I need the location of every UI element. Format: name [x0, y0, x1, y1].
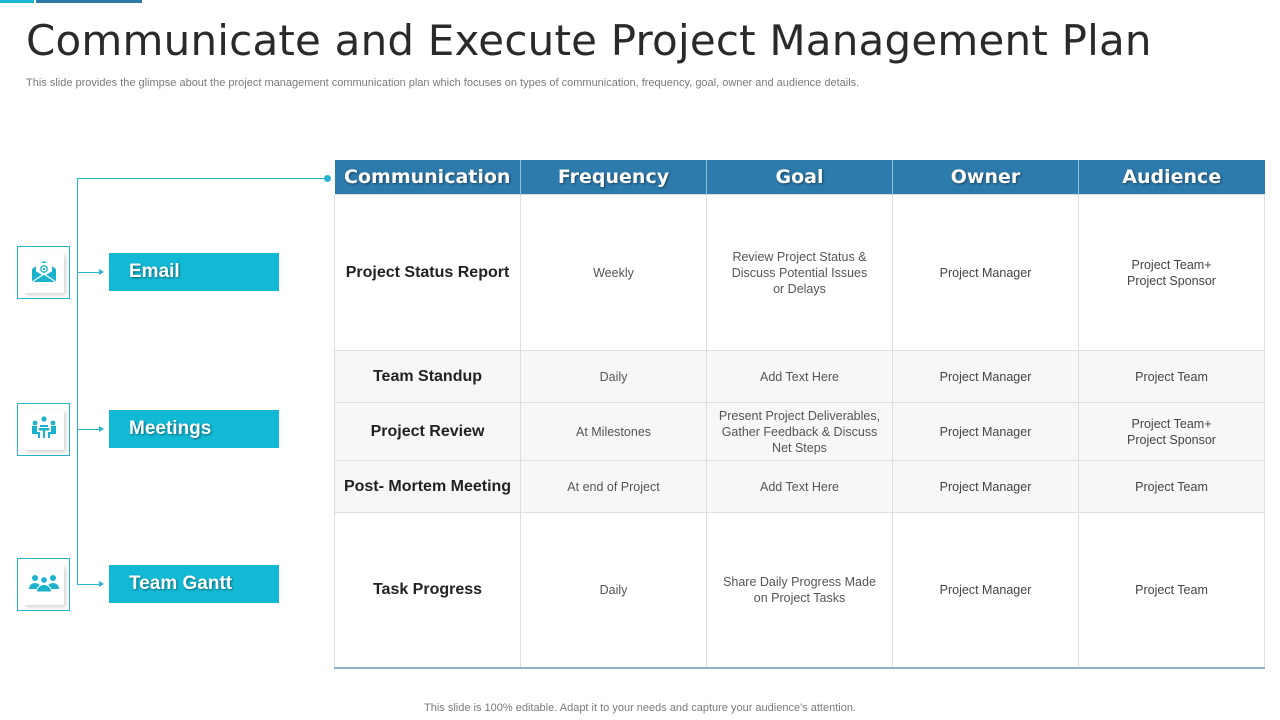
cell-goal-line: on Project Tasks	[753, 590, 846, 605]
cell-frequency: At Milestones	[520, 402, 707, 461]
cell-audience-line: Project Team	[1135, 369, 1208, 384]
connector-top-line	[77, 178, 327, 179]
meetings-icon-box	[17, 403, 70, 456]
cell-owner: Project Manager	[892, 512, 1079, 669]
team-gantt-icon-box	[17, 558, 70, 611]
accent-bar-blue	[36, 0, 142, 3]
cell-owner: Project Manager	[892, 194, 1079, 351]
cell-owner: Project Manager	[892, 402, 1079, 461]
table-row: Post- Mortem Meeting At end of Project Add…	[334, 460, 1265, 513]
email-icon-box	[17, 246, 70, 299]
cell-audience-line: Project Team+	[1131, 416, 1212, 431]
table-row: Project Status Report Weekly Review Projec…	[334, 194, 1265, 351]
table-header-row: Communication Frequency Goal Owner Audie…	[334, 160, 1265, 195]
cell-audience-line: Project Team	[1135, 582, 1208, 597]
meetings-arrow	[78, 426, 104, 432]
email-arrow	[78, 269, 104, 275]
channel-email-label: Email	[129, 261, 180, 282]
cell-communication: Project Review	[334, 402, 521, 461]
channel-team-gantt: Team Gantt	[109, 565, 279, 603]
cell-audience-line: Project Team	[1135, 479, 1208, 494]
footer-note: This slide is 100% editable. Adapt it to…	[424, 702, 856, 714]
connector-dot	[324, 175, 331, 182]
cell-goal-line: Gather Feedback & Discuss	[721, 424, 878, 439]
channel-team-gantt-label: Team Gantt	[129, 573, 233, 594]
page-subtitle: This slide provides the glimpse about th…	[26, 77, 860, 89]
cell-audience: Project Team	[1078, 350, 1265, 403]
connector-vertical-line	[77, 178, 78, 585]
channel-meetings-label: Meetings	[129, 418, 212, 439]
column-header-audience: Audience	[1078, 160, 1265, 195]
cell-goal-line: Review Project Status &	[732, 249, 867, 264]
cell-goal-line: Add Text Here	[760, 369, 839, 384]
column-header-owner: Owner	[892, 160, 1079, 195]
channel-meetings: Meetings	[109, 410, 279, 448]
cell-communication: Project Status Report	[334, 194, 521, 351]
cell-goal: Present Project Deliverables, Gather Feed…	[706, 402, 893, 461]
cell-frequency: Weekly	[520, 194, 707, 351]
cell-communication: Task Progress	[334, 512, 521, 669]
cell-goal: Share Daily Progress Made on Project Task…	[706, 512, 893, 669]
cell-audience-line: Project Team+	[1131, 257, 1212, 272]
meeting-table-icon	[31, 415, 57, 445]
cell-audience-line: Project Sponsor	[1127, 432, 1216, 447]
cell-frequency: Daily	[520, 350, 707, 403]
column-header-communication: Communication	[334, 160, 521, 195]
cell-goal-line: Share Daily Progress Made	[723, 574, 876, 589]
cell-owner: Project Manager	[892, 350, 1079, 403]
cell-goal: Add Text Here	[706, 350, 893, 403]
accent-bar-cyan	[0, 0, 34, 3]
cell-goal-line: Discuss Potential Issues	[731, 265, 868, 280]
column-header-goal: Goal	[706, 160, 893, 195]
cell-audience-line: Project Sponsor	[1127, 273, 1216, 288]
table-row: Project Review At Milestones Present Proje…	[334, 402, 1265, 461]
cell-audience: Project Team	[1078, 460, 1265, 513]
cell-audience: Project Team+ Project Sponsor	[1078, 194, 1265, 351]
cell-goal: Review Project Status & Discuss Potential…	[706, 194, 893, 351]
cell-goal-line: Add Text Here	[760, 479, 839, 494]
cell-audience: Project Team	[1078, 512, 1265, 669]
cell-communication: Post- Mortem Meeting	[334, 460, 521, 513]
email-envelope-icon	[31, 259, 57, 288]
team-group-icon	[29, 573, 59, 598]
channel-email: Email	[109, 253, 279, 291]
communication-plan-table: Communication Frequency Goal Owner Audie…	[334, 160, 1265, 669]
cell-audience: Project Team+ Project Sponsor	[1078, 402, 1265, 461]
cell-frequency: At end of Project	[520, 460, 707, 513]
table-row: Team Standup Daily Add Text Here Project Ma…	[334, 350, 1265, 403]
team-gantt-arrow	[78, 581, 104, 587]
cell-owner: Project Manager	[892, 460, 1079, 513]
cell-communication: Team Standup	[334, 350, 521, 403]
cell-goal-line: or Delays	[773, 281, 826, 296]
cell-goal-line: Net Steps	[772, 440, 827, 455]
page-title: Communicate and Execute Project Manageme…	[26, 16, 1152, 65]
column-header-frequency: Frequency	[520, 160, 707, 195]
cell-goal-line: Present Project Deliverables,	[718, 408, 881, 423]
cell-goal: Add Text Here	[706, 460, 893, 513]
table-row: Task Progress Daily Share Daily Progress M…	[334, 512, 1265, 669]
cell-frequency: Daily	[520, 512, 707, 669]
